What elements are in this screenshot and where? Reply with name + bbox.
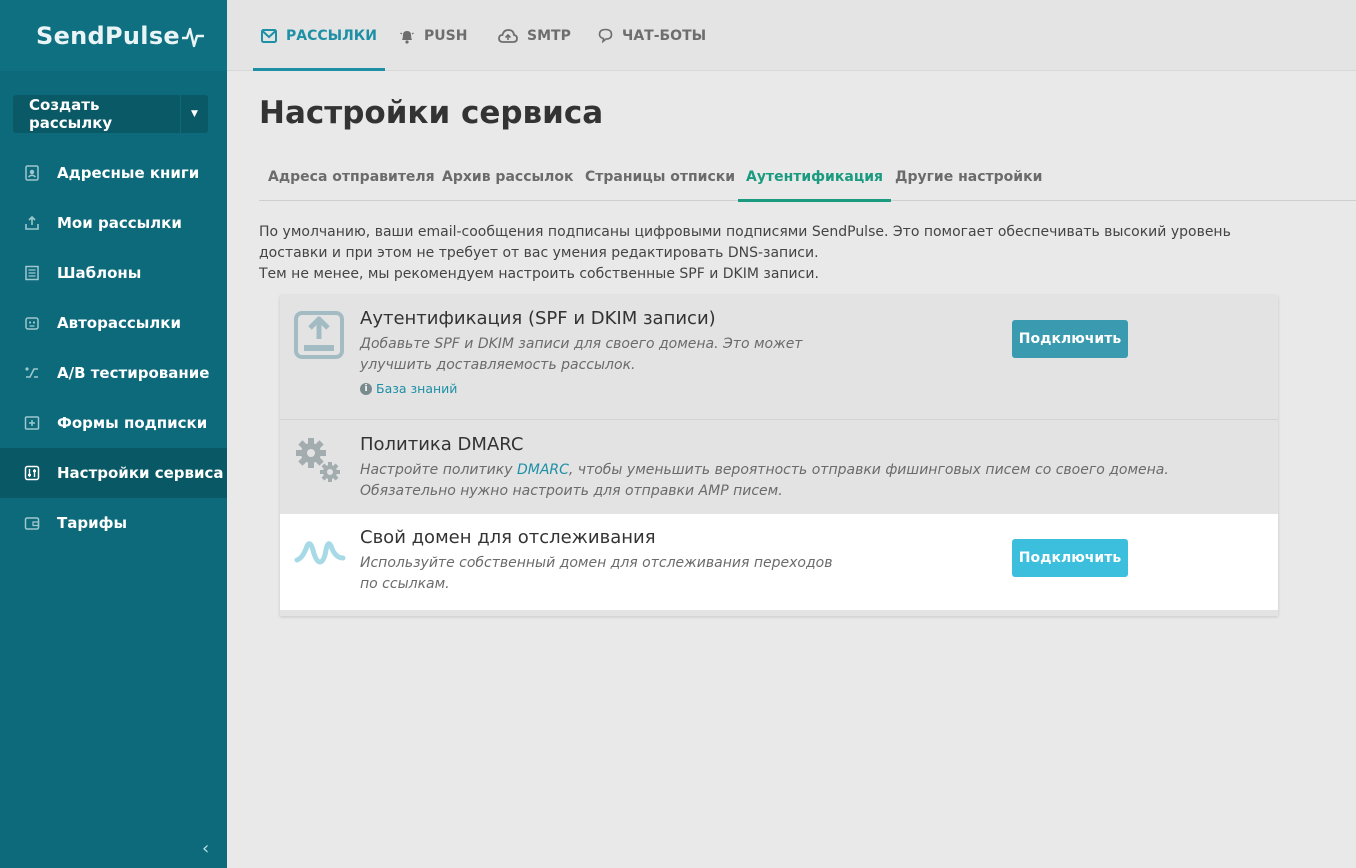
logo-pulse-icon: [182, 27, 204, 47]
sidebar-item-ab-testing[interactable]: A/B тестирование: [0, 348, 227, 398]
form-icon: [24, 415, 40, 431]
sidebar-item-service-settings[interactable]: Настройки сервиса: [0, 448, 227, 498]
upload-box-icon: [294, 309, 344, 363]
tab-smtp[interactable]: SMTP: [498, 0, 571, 71]
bell-icon: [399, 28, 415, 44]
sidebar-item-subscription-forms[interactable]: Формы подписки: [0, 398, 227, 448]
sidebar-item-label: Авторассылки: [57, 314, 181, 332]
template-icon: [24, 265, 40, 281]
card-description: Используйте собственный домен для отслеж…: [360, 555, 833, 592]
mail-icon: [261, 28, 277, 43]
split-icon: [24, 365, 40, 381]
chat-icon: [598, 28, 613, 43]
sidebar-item-tariffs[interactable]: Тарифы: [0, 498, 227, 548]
card-tracking-domain: Свой домен для отслеживания Используйте …: [280, 514, 1278, 610]
sidebar-nav: Адресные книги Мои рассылки Шаблоны Авто…: [0, 148, 227, 548]
tab-authentication[interactable]: Аутентификация: [738, 153, 891, 202]
intro-recommendation: Тем не менее, мы рекомендуем настроить с…: [259, 266, 819, 282]
settings-tabs: Адреса отправителя Архив рассылок Страни…: [259, 153, 1356, 202]
main-content: Настройки сервиса Адреса отправителя Арх…: [227, 71, 1356, 868]
address-book-icon: [24, 165, 40, 181]
sidebar-item-label: Адресные книги: [57, 164, 200, 182]
dmarc-desc-after: , чтобы уменьшить вероятность отправки ф…: [568, 462, 1169, 478]
caret-down-icon[interactable]: ▼: [180, 95, 208, 133]
top-nav: РАССЫЛКИ PUSH SMTP ЧАТ-БОТЫ: [227, 0, 1356, 71]
tab-unsubscribe-pages[interactable]: Страницы отписки: [585, 153, 735, 201]
dmarc-desc-line1: Настройте политику DMARC, чтобы уменьшит…: [360, 460, 1260, 481]
create-campaign-label: Создать рассылку: [29, 96, 113, 132]
collapse-sidebar-icon[interactable]: ‹: [202, 838, 209, 859]
tab-label: ЧАТ-БОТЫ: [622, 27, 707, 44]
tab-label: РАССЫЛКИ: [286, 27, 377, 44]
card-title: Аутентификация (SPF и DKIM записи): [360, 308, 716, 329]
robot-icon: [24, 315, 40, 331]
page-title: Настройки сервиса: [259, 95, 604, 131]
sliders-icon: [24, 465, 40, 481]
card-description: Настройте политику DMARC, чтобы уменьшит…: [360, 460, 1260, 502]
connect-spf-dkim-button[interactable]: Подключить: [1012, 320, 1128, 358]
wallet-icon: [24, 515, 40, 531]
sidebar-item-label: A/B тестирование: [57, 364, 210, 382]
sidebar-item-label: Тарифы: [57, 514, 128, 532]
sidebar-item-label: Шаблоны: [57, 264, 142, 282]
sidebar-item-autoresponders[interactable]: Авторассылки: [0, 298, 227, 348]
tab-label: SMTP: [527, 27, 571, 44]
auth-cards: Аутентификация (SPF и DKIM записи) Добав…: [280, 295, 1278, 616]
create-campaign-button[interactable]: Создать рассылку ▼: [13, 95, 208, 133]
card-title: Свой домен для отслеживания: [360, 527, 656, 548]
logo-text: SendPulse: [36, 21, 180, 50]
tab-sender-addresses[interactable]: Адреса отправителя: [268, 153, 435, 201]
tab-push[interactable]: PUSH: [399, 0, 467, 71]
card-dmarc: Политика DMARC Настройте политику DMARC,…: [280, 420, 1278, 514]
pulse-wave-icon: [294, 538, 346, 572]
tab-campaign-archive[interactable]: Архив рассылок: [442, 153, 574, 201]
sidebar-item-address-books[interactable]: Адресные книги: [0, 148, 227, 198]
upload-icon: [24, 215, 40, 231]
connect-tracking-domain-button[interactable]: Подключить: [1012, 539, 1128, 577]
tab-other-settings[interactable]: Другие настройки: [895, 153, 1042, 201]
gears-icon: [294, 436, 344, 490]
intro-paragraph: По умолчанию, ваши email-сообщения подпи…: [259, 224, 1231, 261]
intro-text: По умолчанию, ваши email-сообщения подпи…: [259, 222, 1299, 285]
card-spf-dkim: Аутентификация (SPF и DKIM записи) Добав…: [280, 295, 1278, 420]
card-description: Добавьте SPF и DKIM записи для своего до…: [360, 336, 803, 373]
tab-label: PUSH: [424, 27, 468, 44]
logo[interactable]: SendPulse: [0, 0, 227, 71]
sidebar-item-my-campaigns[interactable]: Мои рассылки: [0, 198, 227, 248]
dmarc-desc-before: Настройте политику: [360, 462, 517, 478]
dmarc-desc-line2: Обязательно нужно настроить для отправки…: [360, 483, 783, 499]
sidebar-item-label: Настройки сервиса: [57, 464, 224, 482]
knowledge-base-link[interactable]: i База знаний: [360, 381, 457, 396]
dmarc-link[interactable]: DMARC: [517, 462, 569, 478]
info-icon: i: [360, 382, 372, 395]
tab-campaigns[interactable]: РАССЫЛКИ: [253, 0, 385, 71]
card-title: Политика DMARC: [360, 434, 524, 455]
sidebar-item-label: Формы подписки: [57, 414, 208, 432]
sidebar-item-label: Мои рассылки: [57, 214, 182, 232]
knowledge-base-label: База знаний: [376, 381, 458, 396]
sidebar: SendPulse Создать рассылку ▼ Адресные кн…: [0, 0, 227, 868]
sidebar-item-templates[interactable]: Шаблоны: [0, 248, 227, 298]
tab-chatbots[interactable]: ЧАТ-БОТЫ: [598, 0, 706, 71]
cloud-upload-icon: [498, 28, 518, 43]
